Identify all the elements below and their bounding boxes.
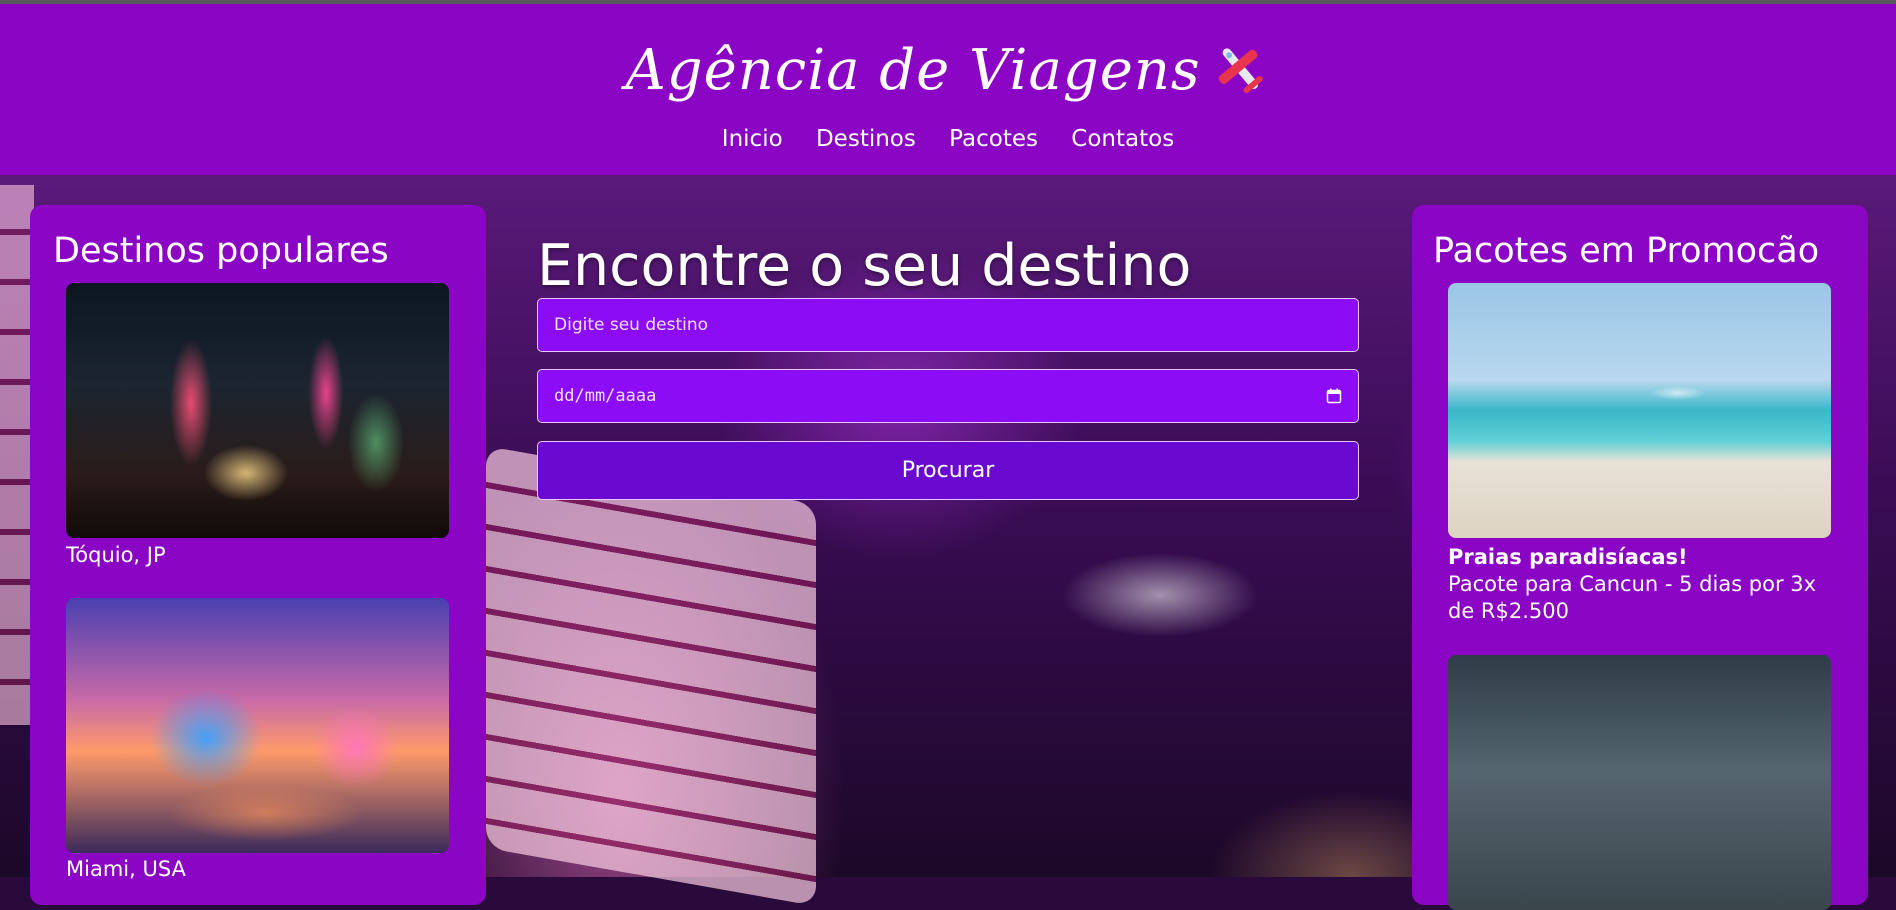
nav-link-destinos[interactable]: Destinos [816,126,916,152]
nav-link-inicio[interactable]: Inicio [722,126,783,152]
nav-link-pacotes[interactable]: Pacotes [949,126,1038,152]
search-button[interactable]: Procurar [537,441,1359,500]
promo-description: Pacote para Cancun - 5 dias por 3x de R$… [1448,572,1817,623]
tokyo-image[interactable] [66,283,449,538]
lanterns-decoration [486,445,816,907]
miami-image[interactable] [66,598,449,853]
nav-link-contatos[interactable]: Contatos [1071,126,1174,152]
promo-packages-panel: Pacotes em Promocão Praias paradisíacas!… [1412,205,1868,910]
date-input[interactable]: dd/mm/aaaa [537,369,1359,423]
site-title-text: Agência de Viagens [625,38,1201,103]
beach-image[interactable] [1448,283,1831,538]
date-placeholder: dd/mm/aaaa [554,386,657,406]
lanterns-decoration [0,185,34,725]
search-title: Encontre o seu destino [537,233,1192,299]
popular-destinations-title: Destinos populares [53,231,389,271]
promo-title: Praias paradisíacas! [1448,545,1688,569]
airplane-icon [1218,47,1263,93]
destination-caption: Miami, USA [66,857,186,881]
promo-image[interactable] [1448,655,1831,910]
main-nav: Inicio Destinos Pacotes Contatos [0,126,1896,152]
calendar-icon[interactable] [1326,388,1342,404]
site-title: Agência de Viagens [0,38,1896,106]
popular-destinations-panel: Destinos populares Tóquio, JP Miami, USA [30,205,486,905]
promo-packages-title: Pacotes em Promocão [1433,231,1820,271]
destination-caption: Tóquio, JP [66,543,166,567]
site-header: Agência de Viagens Inicio Destinos Pacot… [0,4,1896,175]
destination-input[interactable] [537,298,1359,352]
